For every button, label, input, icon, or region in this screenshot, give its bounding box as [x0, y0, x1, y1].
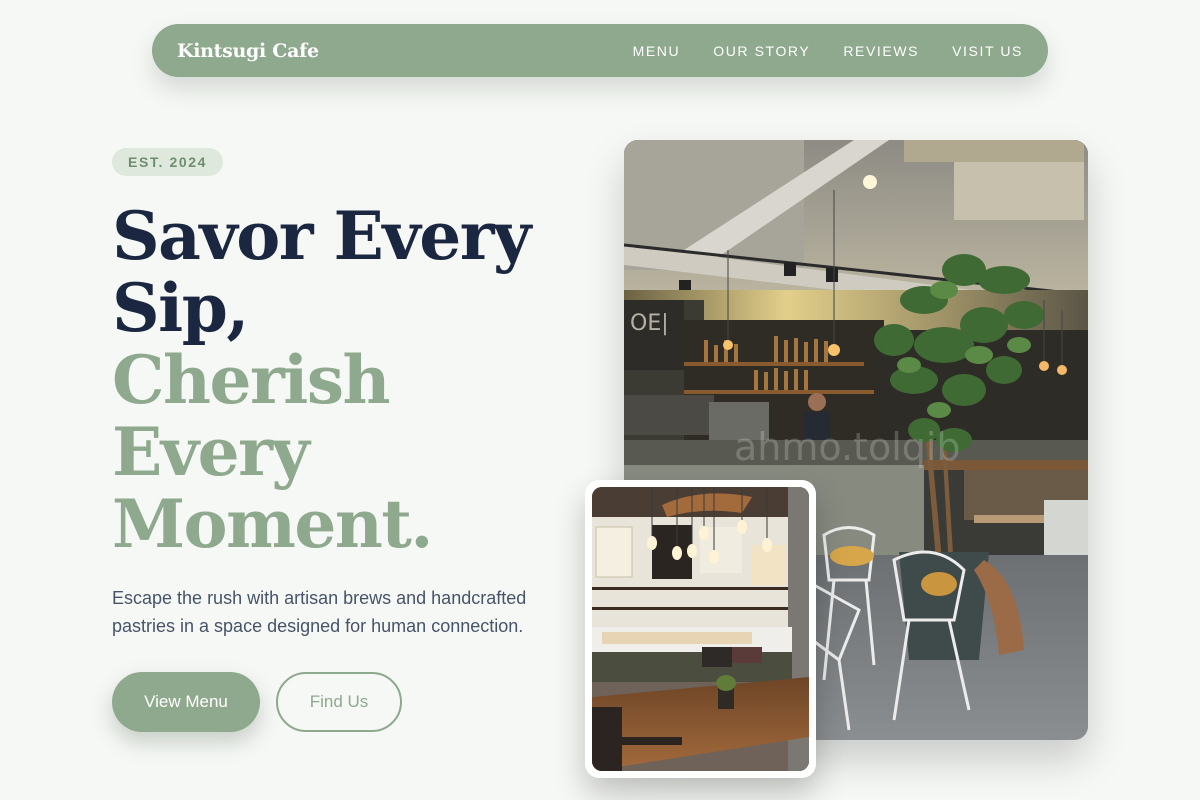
brand-logo[interactable]: Kintsugi Cafe	[177, 40, 319, 62]
hero-headline: Savor Every Sip, Cherish Every Moment.	[112, 200, 582, 560]
nav-link-menu[interactable]: MENU	[633, 43, 681, 59]
nav-links: MENU OUR STORY REVIEWS VISIT US	[633, 43, 1023, 59]
nav-link-reviews[interactable]: REVIEWS	[843, 43, 919, 59]
headline-primary-text: Savor Every Sip,	[112, 197, 531, 347]
find-us-button[interactable]: Find Us	[276, 672, 402, 732]
headline-accent-text: Cherish Every Moment.	[112, 341, 433, 563]
svg-text:OE|: OE|	[630, 311, 669, 336]
cafe-counter-illustration	[592, 487, 809, 771]
nav-link-our-story[interactable]: OUR STORY	[713, 43, 810, 59]
secondary-photo-frame	[585, 480, 816, 778]
svg-text:ahmo.tolqib: ahmo.tolqib	[734, 425, 961, 469]
view-menu-button[interactable]: View Menu	[112, 672, 260, 732]
cafe-counter-photo	[592, 487, 809, 771]
nav-link-visit-us[interactable]: VISIT US	[952, 43, 1023, 59]
top-navigation-bar: Kintsugi Cafe MENU OUR STORY REVIEWS VIS…	[152, 24, 1048, 77]
hero-description: Escape the rush with artisan brews and h…	[112, 588, 527, 636]
established-badge: EST. 2024	[112, 148, 223, 176]
